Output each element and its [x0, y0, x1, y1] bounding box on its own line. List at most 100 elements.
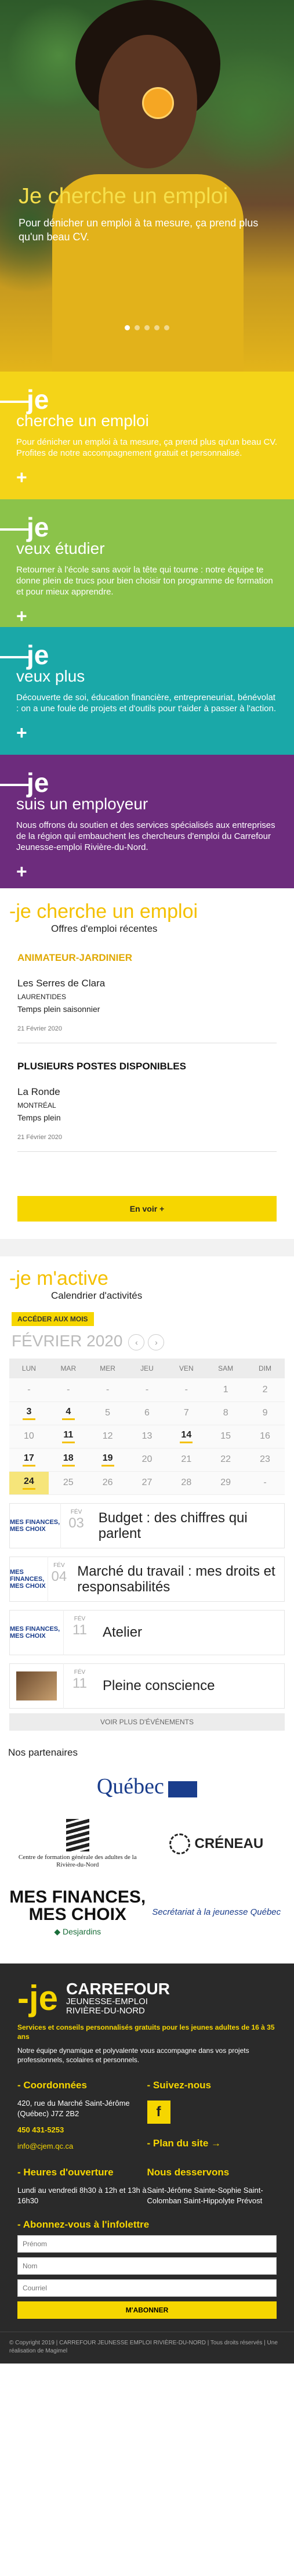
hours-title: - Heures d'ouverture	[17, 2166, 114, 2178]
slider-dots	[0, 323, 294, 333]
follow-title: - Suivez-nous	[147, 2079, 212, 2091]
lastname-input[interactable]	[17, 2257, 277, 2275]
weekday-label: LUN	[9, 1359, 49, 1378]
serve-title: Nous desservons	[147, 2166, 230, 2178]
calendar-day: 16	[245, 1425, 285, 1449]
calendar-day[interactable]: 24	[9, 1471, 49, 1495]
firstname-input[interactable]	[17, 2235, 277, 2253]
event-card[interactable]: MES FINANCES, MES CHOIX FÉV 03 Budget : d…	[9, 1503, 285, 1548]
calendar-month: FÉVRIER 2020 ‹ ›	[12, 1332, 285, 1350]
plus-icon[interactable]: +	[16, 467, 278, 488]
block-heading: veux étudier	[16, 539, 105, 557]
event-day: 11	[72, 1622, 87, 1638]
access-months-button[interactable]: ACCÉDER AUX MOIS	[12, 1312, 94, 1326]
event-month: FÉV	[70, 1508, 82, 1515]
calendar-day: 27	[127, 1471, 167, 1495]
prev-month-icon[interactable]: ‹	[128, 1334, 145, 1350]
footer-logo[interactable]: -je CARREFOUR JEUNESSE-EMPLOI RIVIÈRE-DU-N…	[17, 1980, 277, 2016]
event-photo	[10, 1663, 63, 1709]
calendar-day: 8	[206, 1402, 246, 1425]
block-veux-plus[interactable]: je veux plus Découverte de soi, éducatio…	[0, 627, 294, 755]
event-card[interactable]: FÉV 11 Pleine conscience	[9, 1663, 285, 1709]
block-text: Pour dénicher un emploi à ta mesure, ça …	[16, 437, 278, 458]
slider-dot[interactable]	[164, 325, 169, 330]
quebec-logo[interactable]: Québec	[8, 1774, 286, 1799]
weekday-label: MAR	[48, 1359, 88, 1378]
weekday-label: VEN	[166, 1359, 206, 1378]
section-divider	[0, 1239, 294, 1256]
job-employer: Les Serres de Clara	[17, 978, 106, 989]
hours-text: Lundi au vendredi 8h30 à 12h et 13h à 16…	[17, 2185, 147, 2205]
calendar-day: -	[9, 1378, 49, 1402]
event-title[interactable]: Marché du travail : mes droits et respon…	[70, 1563, 284, 1595]
plus-icon[interactable]: +	[16, 606, 278, 627]
block-employeur[interactable]: je suis un employeur Nous offrons du sou…	[0, 755, 294, 888]
event-title[interactable]: Atelier	[96, 1624, 142, 1640]
block-text: Découverte de soi, éducation financière,…	[16, 693, 277, 714]
calendar-day: 6	[127, 1402, 167, 1425]
event-title[interactable]: Pleine conscience	[96, 1678, 215, 1694]
calendar-day[interactable]: 3	[9, 1402, 49, 1425]
plus-icon[interactable]: +	[16, 722, 278, 744]
mes-finances-logo: MES FINANCES, MES CHOIX	[10, 1518, 60, 1533]
slider-dot[interactable]	[154, 325, 159, 330]
event-title[interactable]: Budget : des chiffres qui parlent	[92, 1510, 284, 1541]
job-category[interactable]: ANIMATEUR-JARDINIER	[17, 952, 277, 964]
je-logo: je	[0, 386, 278, 413]
serve-text: Saint-Jérôme Sainte-Sophie Saint-Colomba…	[147, 2185, 263, 2205]
footer-tagline: Services et conseils personnalisés gratu…	[17, 2023, 275, 2041]
weekday-label: SAM	[206, 1359, 246, 1378]
job-category[interactable]: PLUSIEURS POSTES DISPONIBLES	[17, 1061, 277, 1072]
weekday-label: DIM	[245, 1359, 285, 1378]
secretariat-jeunesse-logo[interactable]: Secrétariat à la jeunesse Québec	[147, 1907, 286, 1918]
hero-orange	[142, 87, 174, 119]
block-heading: suis un employeur	[16, 795, 148, 813]
footer-description: Notre équipe dynamique et polyvalente vo…	[17, 2046, 249, 2064]
see-more-events-button[interactable]: VOIR PLUS D'ÉVÉNEMENTS	[9, 1713, 285, 1731]
block-veux-etudier[interactable]: je veux étudier Retourner à l'école sans…	[0, 499, 294, 627]
event-day: 03	[68, 1515, 84, 1531]
block-cherche-emploi[interactable]: je cherche un emploi Pour dénicher un em…	[0, 372, 294, 499]
slider-dot[interactable]	[125, 325, 130, 330]
calendar-day: 10	[9, 1425, 49, 1449]
address: 420, rue du Marché Saint-Jérôme (Québec)…	[17, 2098, 130, 2118]
block-text: Retourner à l'école sans avoir la tête q…	[16, 565, 273, 597]
see-more-jobs-button[interactable]: En voir +	[17, 1196, 277, 1222]
mes-finances-partner-logo[interactable]: MES FINANCES, MES CHOIX ◆ Desjardins	[8, 1888, 147, 1937]
event-card[interactable]: MES FINANCES, MES CHOIX FÉV 04 Marché du …	[9, 1556, 285, 1602]
email-link[interactable]: info@cjem.qc.ca	[17, 2141, 147, 2152]
calendar-day: 20	[127, 1448, 167, 1472]
calendar-day[interactable]: 11	[48, 1425, 88, 1449]
email-input[interactable]	[17, 2279, 277, 2297]
partners-section: Nos partenaires Québec Centre de formati…	[0, 1731, 294, 1937]
calendar-day: -	[127, 1378, 167, 1402]
calendar-day: 15	[206, 1425, 246, 1449]
cfga-logo[interactable]: Centre de formation générale des adultes…	[8, 1818, 147, 1869]
subscribe-button[interactable]: M'ABONNER	[17, 2301, 277, 2319]
calendar-day[interactable]: 4	[48, 1402, 88, 1425]
calendar-day[interactable]: 19	[88, 1448, 128, 1472]
calendar-day: 25	[48, 1471, 88, 1495]
slider-dot[interactable]	[144, 325, 150, 330]
copyright: © Copyright 2019 | CARREFOUR JEUNESSE EM…	[0, 2331, 294, 2364]
phone-link[interactable]: 450 431-5253	[17, 2125, 147, 2135]
calendar-day[interactable]: 18	[48, 1448, 88, 1472]
next-month-icon[interactable]: ›	[148, 1334, 165, 1350]
event-card[interactable]: MES FINANCES, MES CHOIX FÉV 11 Atelier	[9, 1609, 285, 1655]
sitemap-link[interactable]: - Plan du site →	[147, 2138, 277, 2149]
calendar-day: 22	[206, 1448, 246, 1472]
job-card[interactable]: ANIMATEUR-JARDINIER Les Serres de Clara …	[0, 935, 294, 1043]
slider-dot[interactable]	[135, 325, 140, 330]
calendar-day: 28	[166, 1471, 206, 1495]
facebook-icon[interactable]: f	[147, 2100, 170, 2124]
calendar-day[interactable]: 17	[9, 1448, 49, 1472]
plus-icon[interactable]: +	[16, 861, 278, 882]
section-title: -je cherche un emploi	[9, 900, 198, 923]
calendar-section: -je m'active Calendrier d'activités ACCÉ…	[0, 1256, 294, 1495]
calendar-day[interactable]: 14	[166, 1425, 206, 1449]
event-day: 11	[72, 1675, 87, 1691]
block-heading: veux plus	[16, 667, 85, 685]
jobs-section: -je cherche un emploi Offres d'emploi ré…	[0, 888, 294, 1222]
job-card[interactable]: PLUSIEURS POSTES DISPONIBLES La Ronde MO…	[0, 1043, 294, 1152]
creneau-logo[interactable]: CRÉNEAU	[147, 1833, 286, 1854]
